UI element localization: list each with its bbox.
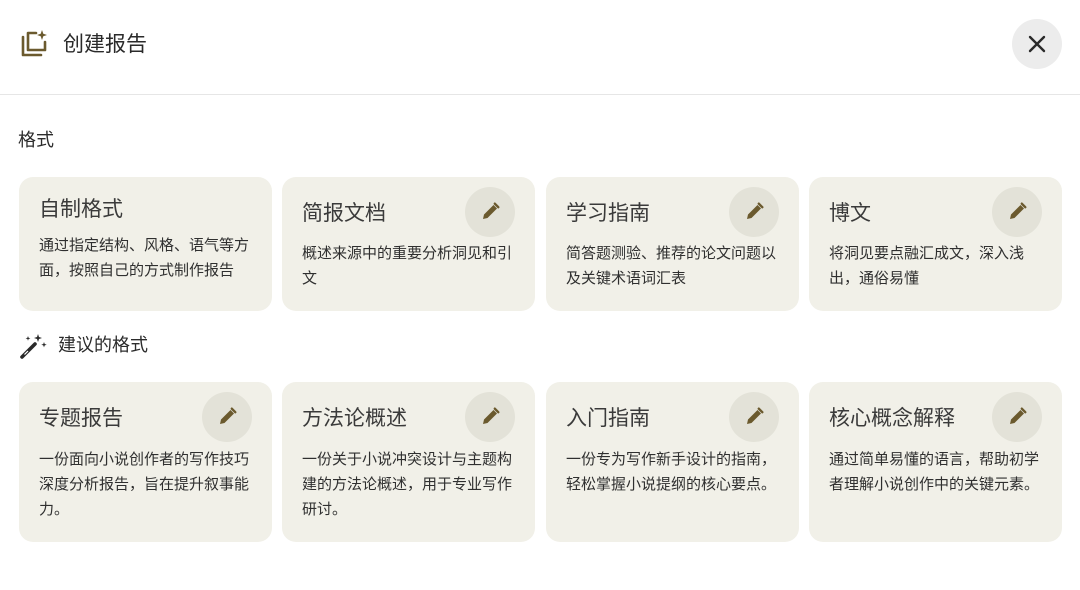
edit-button[interactable] — [992, 392, 1042, 442]
format-card-blog[interactable]: 博文 将洞见要点融汇成文，深入浅出，通俗易懂 — [809, 177, 1062, 311]
card-title: 方法论概述 — [302, 406, 407, 430]
report-sparkle-icon — [21, 30, 47, 57]
magic-wand-icon — [20, 334, 47, 359]
card-description: 通过简单易懂的语言，帮助初学者理解小说创作中的关键元素。 — [829, 450, 1040, 493]
format-card-study-guide[interactable]: 学习指南 简答题测验、推荐的论文问题以及关键术语词汇表 — [546, 177, 799, 311]
card-title: 简报文档 — [302, 201, 386, 225]
pencil-icon — [483, 202, 500, 219]
card-description: 一份专为写作新手设计的指南，轻松掌握小说提纲的核心要点。 — [566, 450, 777, 493]
suggested-card-topic-report[interactable]: 专题报告 一份面向小说创作者的写作技巧深度分析报告，旨在提升叙事能力。 — [19, 382, 272, 542]
card-description: 一份面向小说创作者的写作技巧深度分析报告，旨在提升叙事能力。 — [39, 450, 250, 518]
suggested-card-methodology[interactable]: 方法论概述 一份关于小说冲突设计与主题构建的方法论概述，用于专业写作研讨。 — [282, 382, 535, 542]
card-title: 博文 — [829, 201, 871, 225]
card-title: 自制格式 — [39, 197, 123, 221]
card-title: 专题报告 — [39, 406, 123, 430]
close-button[interactable] — [1012, 19, 1062, 69]
card-title: 核心概念解释 — [829, 406, 955, 430]
suggested-card-beginner-guide[interactable]: 入门指南 一份专为写作新手设计的指南，轻松掌握小说提纲的核心要点。 — [546, 382, 799, 542]
card-description: 概述来源中的重要分析洞见和引文 — [302, 244, 513, 287]
format-card-custom[interactable]: 自制格式 通过指定结构、风格、语气等方面，按照自己的方式制作报告 — [19, 177, 272, 311]
pencil-icon — [483, 407, 500, 424]
card-description: 简答题测验、推荐的论文问题以及关键术语词汇表 — [566, 244, 777, 287]
edit-button[interactable] — [729, 187, 779, 237]
format-card-briefing[interactable]: 简报文档 概述来源中的重要分析洞见和引文 — [282, 177, 535, 311]
close-icon — [1028, 35, 1046, 53]
formats-section-label: 格式 — [18, 130, 54, 151]
edit-button[interactable] — [729, 392, 779, 442]
edit-button[interactable] — [992, 187, 1042, 237]
card-title: 学习指南 — [566, 201, 650, 225]
pencil-icon — [747, 407, 764, 424]
suggested-section-label: 建议的格式 — [58, 335, 148, 356]
pencil-icon — [1010, 202, 1027, 219]
card-description: 将洞见要点融汇成文，深入浅出，通俗易懂 — [829, 244, 1025, 287]
edit-button[interactable] — [465, 187, 515, 237]
dialog-title: 创建报告 — [63, 32, 147, 56]
pencil-icon — [220, 407, 237, 424]
pencil-icon — [1010, 407, 1027, 424]
edit-button[interactable] — [202, 392, 252, 442]
suggested-card-core-concepts[interactable]: 核心概念解释 通过简单易懂的语言，帮助初学者理解小说创作中的关键元素。 — [809, 382, 1062, 542]
dialog-header: 创建报告 — [0, 0, 1080, 95]
pencil-icon — [747, 202, 764, 219]
edit-button[interactable] — [465, 392, 515, 442]
card-description: 通过指定结构、风格、语气等方面，按照自己的方式制作报告 — [39, 236, 250, 279]
card-title: 入门指南 — [566, 406, 650, 430]
card-description: 一份关于小说冲突设计与主题构建的方法论概述，用于专业写作研讨。 — [302, 450, 513, 518]
